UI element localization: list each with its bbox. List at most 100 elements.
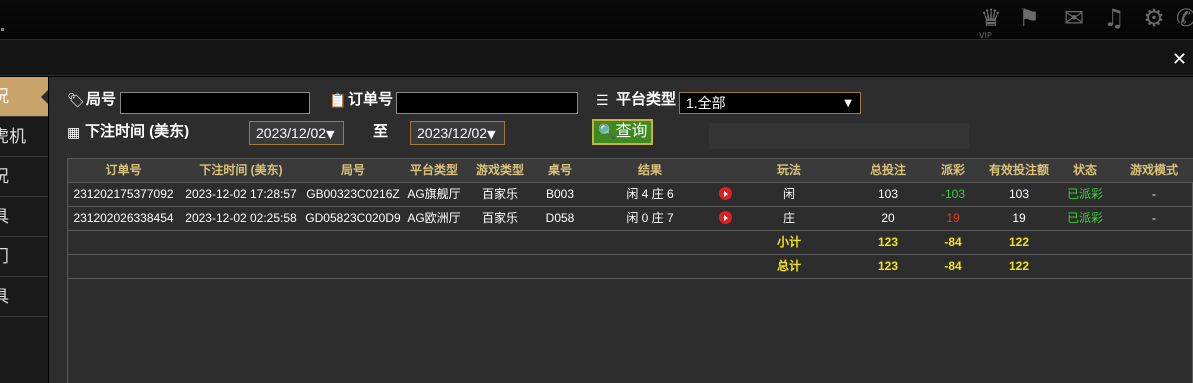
header-order: 订单号: [105, 163, 142, 177]
header-play: 玩法: [776, 163, 801, 177]
sidebar-item-5[interactable]: 门: [0, 237, 48, 277]
header-result: 结果: [637, 163, 662, 177]
table-row: 231202175377092 2023-12-02 17:28:57 GB00…: [68, 183, 1193, 207]
cell-time: 2023-12-02 02:25:58: [185, 211, 297, 225]
calendar-icon: ▦: [67, 125, 81, 141]
header-valid: 有效投注额: [988, 163, 1049, 177]
cell-result: 闲 4 庄 6: [626, 187, 674, 201]
header-bet: 总投注: [869, 163, 906, 177]
header-status: 状态: [1072, 163, 1097, 177]
cell-replay: [715, 207, 735, 230]
cell-result: 闲 0 庄 7: [626, 211, 674, 225]
header-table: 桌号: [547, 163, 572, 177]
table-header: 订单号 下注时间 (美东) 局号 平台类型 游戏类型 桌号 结果 玩法 总投注 …: [68, 159, 1193, 183]
play-icon[interactable]: [718, 187, 732, 201]
vip-crown-icon[interactable]: ♛ VIP: [977, 4, 1005, 40]
date-to-value: 2023/12/02: [417, 125, 488, 141]
cell-valid: 103: [1008, 187, 1030, 201]
top-dot: [1, 28, 4, 31]
total-label: 总计: [776, 259, 801, 273]
query-label: 查询: [615, 123, 648, 140]
close-icon[interactable]: ✕: [1172, 50, 1187, 70]
play-icon[interactable]: [718, 211, 732, 225]
music-icon[interactable]: ♫: [1100, 4, 1128, 32]
cell-payout: 19: [946, 211, 960, 225]
cell-round: GD05823C020D9: [305, 211, 401, 225]
cell-mode: -: [1152, 211, 1156, 225]
total-valid: 122: [1008, 259, 1030, 273]
flag-icon[interactable]: ⚑: [1015, 4, 1043, 32]
cell-order: 231202026338454: [73, 211, 174, 225]
sidebar-item-label: 门: [0, 237, 9, 276]
sidebar: 况 虎机 况 具 门 具: [0, 77, 48, 383]
order-input[interactable]: [396, 92, 578, 114]
message-icon[interactable]: ✆: [1172, 4, 1193, 32]
sidebar-item-6[interactable]: 具: [0, 277, 48, 317]
clipboard-icon: 📋: [329, 93, 347, 109]
platform-select[interactable]: 1.全部 ▼: [679, 92, 861, 114]
cell-payout: -103: [940, 187, 966, 201]
tag-icon: 🏷: [67, 93, 85, 109]
header-time: 下注时间 (美东): [199, 163, 283, 177]
date-to-select[interactable]: 2023/12/02▼: [410, 121, 505, 145]
cell-platform: AG旗舰厅: [407, 187, 461, 201]
cell-bet: 20: [881, 211, 895, 225]
cell-order: 231202175377092: [73, 187, 174, 201]
sidebar-item-label: 况: [0, 157, 9, 196]
subtotal-valid: 122: [1008, 235, 1030, 249]
cell-replay: [715, 183, 735, 206]
subtotal-bet: 123: [877, 235, 899, 249]
table-row: 231202026338454 2023-12-02 02:25:58 GD05…: [68, 207, 1193, 231]
cell-game: 百家乐: [481, 211, 518, 225]
sidebar-item-label: 况: [0, 77, 9, 116]
cell-mode: -: [1152, 187, 1156, 201]
cell-valid: 19: [1012, 211, 1026, 225]
cell-status: 已派彩: [1066, 187, 1103, 201]
header-replay: [715, 159, 735, 182]
background-watermark: [709, 123, 969, 149]
round-label: 局号: [86, 91, 117, 108]
sidebar-item-1[interactable]: 况: [0, 77, 48, 117]
header-platform: 平台类型: [409, 163, 458, 177]
sidebar-item-2[interactable]: 虎机: [0, 117, 48, 157]
chevron-down-icon: ▼: [844, 98, 852, 109]
cell-table: B003: [545, 187, 575, 201]
sidebar-item-label: 具: [0, 197, 9, 236]
platform-selected: 1.全部: [686, 95, 726, 111]
subtotal-label: 小计: [776, 235, 801, 249]
subtotal-payout: -84: [944, 235, 962, 249]
to-label: 至: [373, 123, 389, 140]
query-button[interactable]: 🔍查询: [592, 119, 653, 145]
chevron-down-icon: ▼: [487, 128, 496, 141]
cell-table: D058: [545, 211, 575, 225]
date-from-value: 2023/12/02: [256, 125, 327, 141]
sidebar-item-4[interactable]: 具: [0, 197, 48, 237]
time-label: 下注时间 (美东): [85, 123, 190, 140]
total-bet: 123: [877, 259, 899, 273]
list-icon: ☰: [596, 93, 609, 109]
date-from-select[interactable]: 2023/12/02▼: [249, 121, 344, 145]
cell-game: 百家乐: [481, 187, 518, 201]
subtotal-row: 小计 123 -84 122: [68, 231, 1193, 255]
chevron-down-icon: ▼: [326, 128, 335, 141]
cell-time: 2023-12-02 17:28:57: [185, 187, 297, 201]
title-strip: [0, 40, 1193, 76]
header-game: 游戏类型: [475, 163, 524, 177]
sidebar-item-3[interactable]: 况: [0, 157, 48, 197]
sidebar-item-label: 虎机: [0, 127, 26, 146]
chat-icon[interactable]: ✉: [1060, 4, 1088, 32]
cell-round: GB00323C0216Z: [306, 187, 400, 201]
top-bar: ♛ VIP ⚑ ✉ ♫ ⚙ ✆: [0, 0, 1193, 40]
platform-label: 平台类型: [616, 91, 677, 108]
header-round: 局号: [340, 163, 365, 177]
header-mode: 游戏模式: [1129, 163, 1178, 177]
gear-icon[interactable]: ⚙: [1140, 4, 1168, 32]
search-icon: 🔍: [598, 124, 616, 140]
cell-platform: AG欧洲厅: [407, 211, 461, 225]
sidebar-item-label: 具: [0, 277, 9, 316]
cell-status: 已派彩: [1066, 211, 1103, 225]
cell-play: 庄: [782, 211, 795, 225]
round-input[interactable]: [120, 92, 310, 114]
cell-bet: 103: [877, 187, 899, 201]
bet-records-table: 订单号 下注时间 (美东) 局号 平台类型 游戏类型 桌号 结果 玩法 总投注 …: [67, 158, 1193, 383]
